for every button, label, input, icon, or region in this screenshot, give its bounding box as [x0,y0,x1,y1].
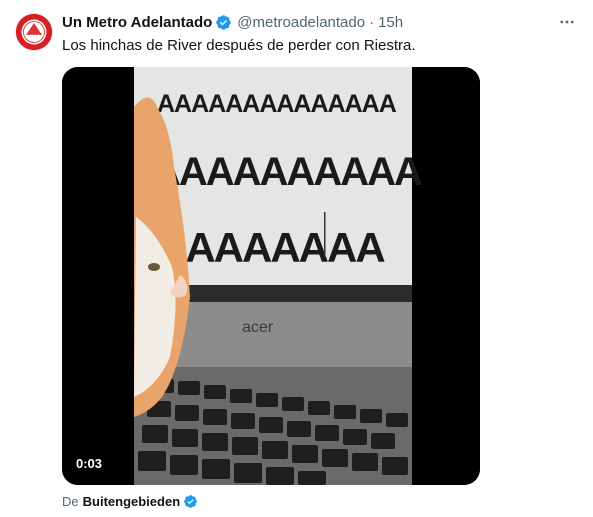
avatar[interactable]: UMA [16,14,52,50]
tweet-header: Un Metro Adelantado @metroadelantado · 1… [62,12,577,32]
screen-line-2: AAAAAAAAAA [152,150,422,194]
verified-badge-icon [215,14,232,31]
video-frame: AAAAAAAAAAAAAA AAAAAAAAAA AAAAAAAA acer [62,67,480,485]
ellipsis-icon[interactable] [555,10,579,34]
tweet-text: Los hinchas de River después de perder c… [62,37,416,54]
credit-source[interactable]: Buitengebieden [83,494,181,509]
tweet-card[interactable]: UMA Un Metro Adelantado @metroadelantado… [0,0,593,517]
timestamp[interactable]: 15h [378,14,403,31]
author-handle[interactable]: @metroadelantado [237,14,365,31]
laptop-brand: acer [242,319,274,336]
media-credit: De Buitengebieden [62,494,198,509]
video-duration: 0:03 [76,456,103,471]
video-player[interactable]: AAAAAAAAAAAAAA AAAAAAAAAA AAAAAAAA acer … [62,67,480,485]
avatar-initials: UMA [27,35,41,41]
screen-line-1: AAAAAAAAAAAAAA [157,90,397,118]
screen-line-3: AAAAAAAA [157,224,385,271]
credit-prefix: De [62,494,79,509]
author-name[interactable]: Un Metro Adelantado [62,14,212,31]
verified-badge-icon [183,494,198,509]
separator-dot: · [369,13,375,31]
avatar-logo: UMA [16,14,52,50]
